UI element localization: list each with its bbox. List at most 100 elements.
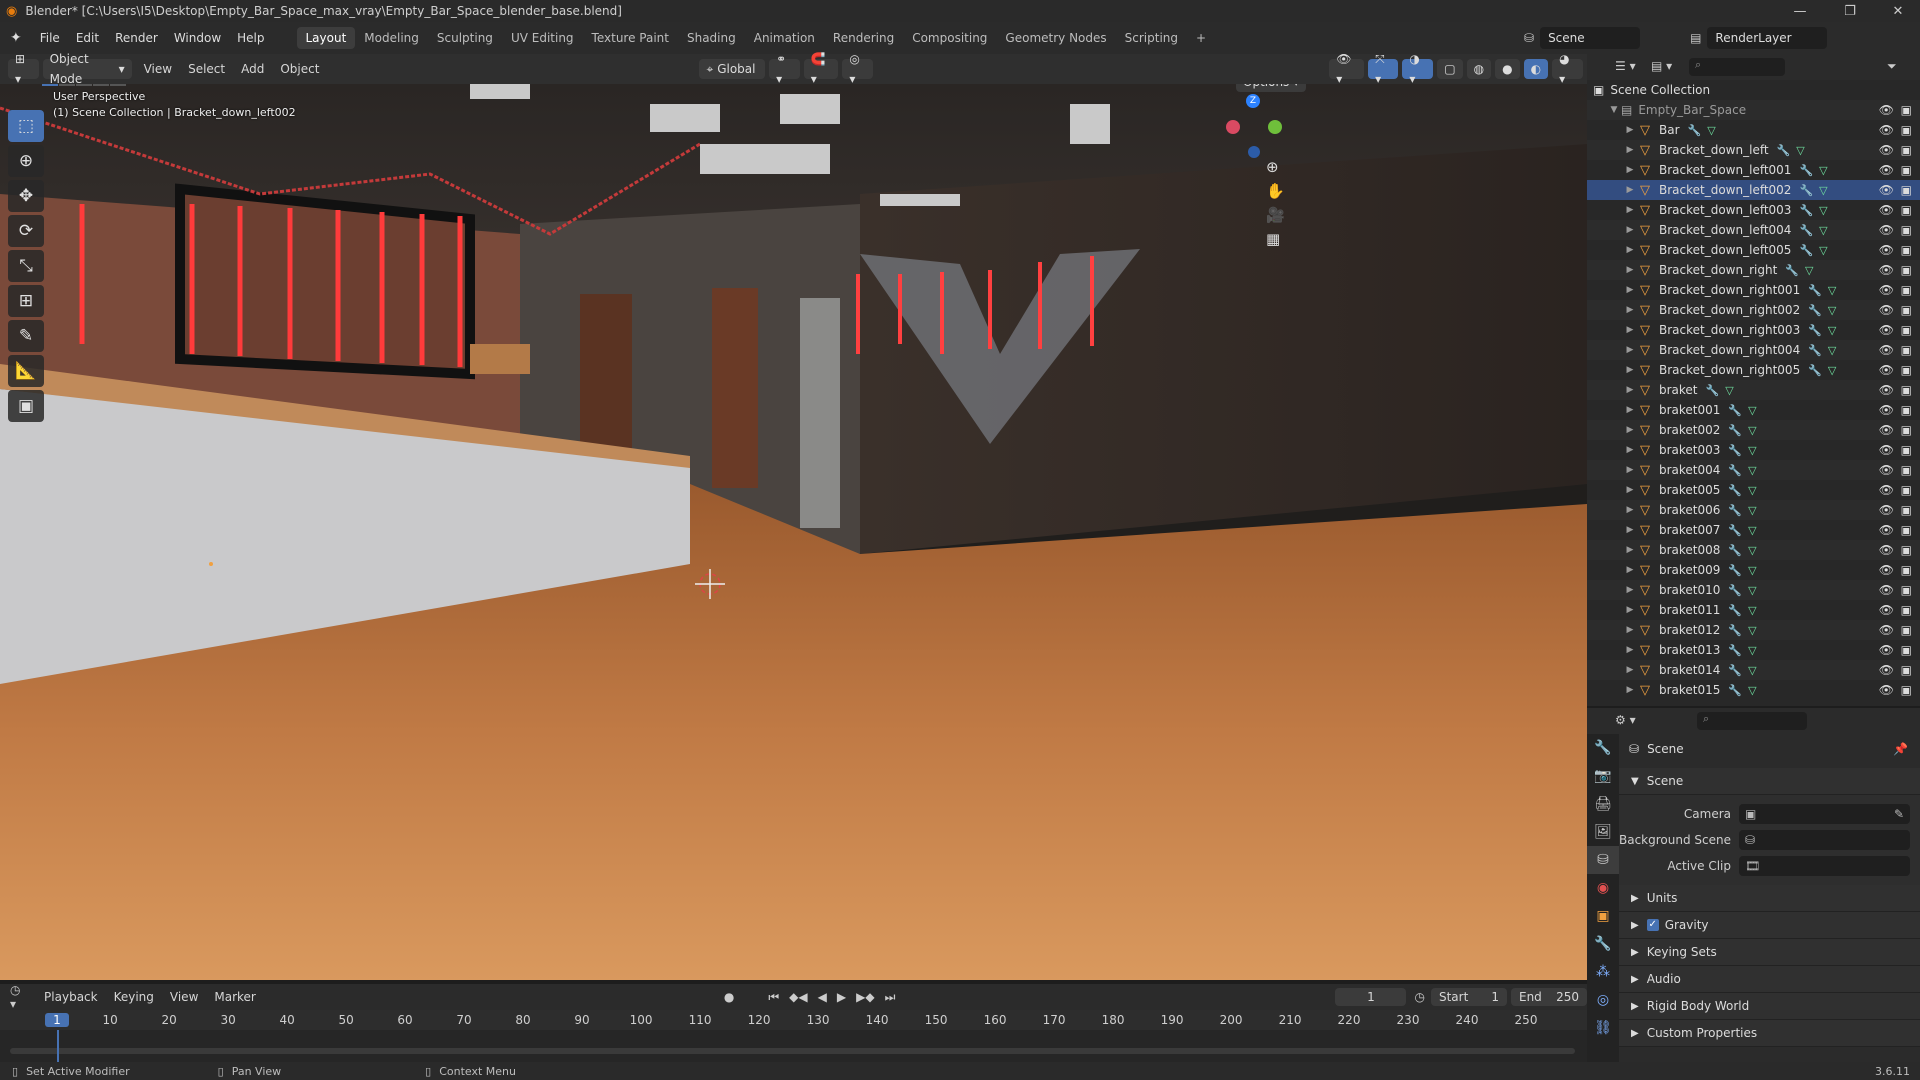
orientation-dropdown[interactable]: ⌖ Global	[699, 59, 766, 79]
modifier-icon[interactable]: 🔧	[1799, 204, 1813, 217]
eye-icon[interactable]: 👁	[1879, 443, 1894, 457]
view-layer-selector[interactable]: RenderLayer	[1707, 27, 1828, 49]
modifier-icon[interactable]: 🔧	[1728, 424, 1742, 437]
eye-icon[interactable]: 👁	[1879, 423, 1894, 437]
expand-arrow-icon[interactable]: ▶	[1623, 445, 1637, 455]
timeline-menu-view[interactable]: View	[162, 990, 206, 1004]
eye-icon[interactable]: 👁	[1879, 143, 1894, 157]
select-new-icon[interactable]	[42, 84, 58, 86]
mesh-data-icon[interactable]: ▽	[1748, 464, 1756, 477]
modifier-icon[interactable]: 🔧	[1799, 224, 1813, 237]
properties-editor-icon[interactable]: ⚙ ▾	[1615, 713, 1636, 727]
outliner-row[interactable]: ▶ ▽ Bracket_down_left003 🔧 ▽ 👁 ▣	[1587, 200, 1920, 220]
modifier-icon[interactable]: 🔧	[1808, 284, 1822, 297]
outliner-row[interactable]: ▶ ▽ Bar 🔧 ▽ 👁 ▣	[1587, 120, 1920, 140]
render-camera-icon[interactable]: ▣	[1901, 623, 1912, 637]
eye-icon[interactable]: 👁	[1879, 183, 1894, 197]
tab-shading[interactable]: Shading	[678, 27, 745, 49]
scene-icon[interactable]: ⛁	[1524, 31, 1534, 45]
record-icon[interactable]: ●	[724, 990, 734, 1004]
mesh-data-icon[interactable]: ▽	[1748, 504, 1756, 517]
output-tab-icon[interactable]: 🖨	[1587, 790, 1619, 818]
render-camera-icon[interactable]: ▣	[1901, 683, 1912, 697]
expand-arrow-icon[interactable]: ▶	[1623, 325, 1637, 335]
select-box-tool[interactable]: ⬚	[8, 110, 44, 142]
modifier-icon[interactable]: 🔧	[1728, 444, 1742, 457]
expand-arrow-icon[interactable]: ▶	[1623, 145, 1637, 155]
timeline-menu-keying[interactable]: Keying	[106, 990, 162, 1004]
modifier-icon[interactable]: 🔧	[1728, 464, 1742, 477]
outliner-row[interactable]: ▶ ▽ Bracket_down_left002 🔧 ▽ 👁 ▣	[1587, 180, 1920, 200]
playhead-line[interactable]	[57, 1030, 59, 1062]
scene-selector[interactable]: Scene	[1540, 27, 1641, 49]
mesh-data-icon[interactable]: ▽	[1748, 424, 1756, 437]
options-dropdown[interactable]: Options ▾	[1236, 84, 1307, 92]
modifier-icon[interactable]: 🔧	[1808, 344, 1822, 357]
mesh-data-icon[interactable]: ▽	[1828, 364, 1836, 377]
eye-icon[interactable]: 👁	[1879, 523, 1894, 537]
expand-arrow-icon[interactable]: ▼	[1607, 105, 1621, 115]
expand-arrow-icon[interactable]: ▶	[1623, 625, 1637, 635]
render-camera-icon[interactable]: ▣	[1901, 563, 1912, 577]
gravity-checkbox[interactable]: ✓	[1646, 919, 1659, 931]
eye-icon[interactable]: 👁	[1879, 103, 1894, 117]
outliner-row[interactable]: ▶ ▽ braket003 🔧 ▽ 👁 ▣	[1587, 440, 1920, 460]
menu-help[interactable]: Help	[229, 31, 272, 45]
expand-arrow-icon[interactable]: ▶	[1623, 125, 1637, 135]
mesh-data-icon[interactable]: ▽	[1828, 304, 1836, 317]
mesh-data-icon[interactable]: ▽	[1796, 144, 1804, 157]
eye-icon[interactable]: 👁	[1879, 223, 1894, 237]
expand-arrow-icon[interactable]: ▶	[1623, 585, 1637, 595]
tab-texture-paint[interactable]: Texture Paint	[583, 27, 678, 49]
minimize-button[interactable]: —	[1780, 0, 1820, 22]
expand-arrow-icon[interactable]: ▶	[1623, 165, 1637, 175]
tab-modeling[interactable]: Modeling	[355, 27, 428, 49]
expand-arrow-icon[interactable]: ▶	[1623, 605, 1637, 615]
modifier-icon[interactable]: 🔧	[1728, 584, 1742, 597]
camera-field[interactable]: ▣ ✎	[1739, 804, 1910, 824]
filter-icon[interactable]: ⏷	[1887, 59, 1897, 74]
select-invert-icon[interactable]	[93, 84, 109, 86]
mesh-data-icon[interactable]: ▽	[1748, 484, 1756, 497]
expand-arrow-icon[interactable]: ▶	[1623, 665, 1637, 675]
expand-arrow-icon[interactable]: ▶	[1623, 205, 1637, 215]
mesh-data-icon[interactable]: ▽	[1819, 224, 1827, 237]
render-camera-icon[interactable]: ▣	[1901, 203, 1912, 217]
render-camera-icon[interactable]: ▣	[1901, 483, 1912, 497]
mesh-data-icon[interactable]: ▽	[1748, 444, 1756, 457]
outliner-collection[interactable]: ▼ ▤ Empty_Bar_Space 👁 ▣	[1587, 100, 1920, 120]
world-tab-icon[interactable]: ◉	[1587, 874, 1619, 902]
tab-uv-editing[interactable]: UV Editing	[502, 27, 583, 49]
navigation-gizmo[interactable]: Z	[1222, 94, 1282, 158]
measure-tool[interactable]: 📐	[8, 355, 44, 387]
select-extend-icon[interactable]	[59, 84, 75, 86]
eye-icon[interactable]: 👁	[1879, 623, 1894, 637]
expand-arrow-icon[interactable]: ▶	[1623, 465, 1637, 475]
gizmo-x-axis[interactable]	[1268, 120, 1282, 134]
expand-arrow-icon[interactable]: ▶	[1623, 545, 1637, 555]
tab-rendering[interactable]: Rendering	[824, 27, 903, 49]
outliner-row[interactable]: ▶ ▽ Bracket_down_right004 🔧 ▽ 👁 ▣	[1587, 340, 1920, 360]
outliner-search-input[interactable]: ⌕	[1689, 58, 1785, 76]
expand-arrow-icon[interactable]: ▶	[1623, 385, 1637, 395]
tab-layout[interactable]: Layout	[296, 27, 356, 49]
menu-file[interactable]: File	[32, 31, 68, 45]
render-camera-icon[interactable]: ▣	[1901, 283, 1912, 297]
custom-properties-panel-header[interactable]: ▶ Custom Properties	[1619, 1020, 1920, 1047]
render-camera-icon[interactable]: ▣	[1901, 503, 1912, 517]
outliner-row[interactable]: ▶ ▽ braket002 🔧 ▽ 👁 ▣	[1587, 420, 1920, 440]
mesh-data-icon[interactable]: ▽	[1828, 324, 1836, 337]
mesh-data-icon[interactable]: ▽	[1828, 344, 1836, 357]
gizmo-neg-z-axis[interactable]	[1248, 146, 1260, 158]
render-camera-icon[interactable]: ▣	[1901, 123, 1912, 137]
blender-menu-icon[interactable]: ✦	[0, 30, 32, 46]
outliner-row[interactable]: ▶ ▽ Bracket_down_right003 🔧 ▽ 👁 ▣	[1587, 320, 1920, 340]
active-clip-field[interactable]: 🎞	[1739, 856, 1910, 876]
tab-geometry-nodes[interactable]: Geometry Nodes	[996, 27, 1115, 49]
render-camera-icon[interactable]: ▣	[1901, 183, 1912, 197]
render-camera-icon[interactable]: ▣	[1901, 523, 1912, 537]
eye-icon[interactable]: 👁	[1879, 283, 1894, 297]
modifier-icon[interactable]: 🔧	[1728, 484, 1742, 497]
eye-icon[interactable]: 👁	[1879, 543, 1894, 557]
eye-icon[interactable]: 👁	[1879, 503, 1894, 517]
